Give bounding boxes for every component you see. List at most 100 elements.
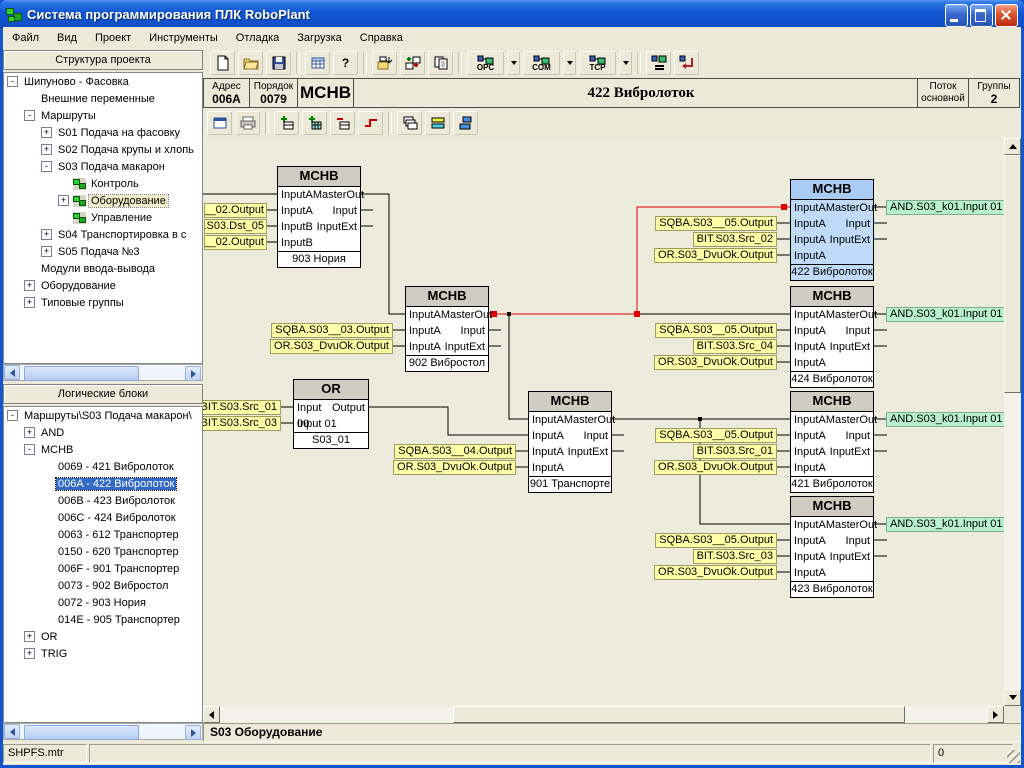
tree-item[interactable]: -Маршруты bbox=[4, 107, 202, 124]
scroll-thumb[interactable] bbox=[24, 725, 139, 740]
signal-label[interactable]: BIT.S03.Src_04 bbox=[693, 339, 777, 354]
signal-label[interactable]: BIT.S03.Src_01 bbox=[203, 400, 281, 415]
scroll-left-icon[interactable] bbox=[4, 724, 20, 739]
new-file-button[interactable] bbox=[209, 50, 236, 76]
signal-label[interactable]: BIT.S03.Src_02 bbox=[693, 232, 777, 247]
diagram-block-902[interactable]: MCHB InputAMasterOut InputAInput InputAI… bbox=[405, 286, 489, 372]
signal-label[interactable]: OR.S03_DvuOk.Output bbox=[654, 355, 777, 370]
diagram-block-901[interactable]: MCHB InputAMasterOut InputAInput InputAI… bbox=[528, 391, 612, 493]
signal-label[interactable]: 03__02.Output bbox=[204, 203, 267, 218]
resize-grip[interactable] bbox=[1007, 750, 1020, 763]
menu-file[interactable]: Файл bbox=[3, 29, 48, 48]
tree-item[interactable]: 0069 - 421 Вибролоток bbox=[4, 458, 202, 475]
expand-icon[interactable]: - bbox=[7, 410, 18, 421]
menu-download[interactable]: Загрузка bbox=[288, 29, 350, 48]
diagram-block-421[interactable]: MCHB InputAMasterOut InputAInput InputAI… bbox=[790, 391, 874, 493]
expand-icon[interactable]: + bbox=[24, 631, 35, 642]
signal-label[interactable]: BIT.S03.Src_03 bbox=[203, 416, 281, 431]
tree-item[interactable]: +S02 Подача крупы и хлопь bbox=[4, 141, 202, 158]
remove-block-button[interactable] bbox=[329, 110, 356, 136]
expand-icon[interactable]: - bbox=[24, 444, 35, 455]
scroll-left-icon[interactable] bbox=[203, 706, 220, 723]
signal-label[interactable]: OR.S03_DvuOk.Output bbox=[654, 248, 777, 263]
expand-icon[interactable]: + bbox=[41, 127, 52, 138]
canvas-hscrollbar[interactable] bbox=[203, 706, 1004, 723]
diagram-block-903[interactable]: MCHB InputAMasterOut InputAInput InputBI… bbox=[277, 166, 361, 268]
expand-icon[interactable]: - bbox=[7, 76, 18, 87]
signal-label[interactable]: OR.S03_DvuOk.Output bbox=[270, 339, 393, 354]
tcp-dropdown-button[interactable] bbox=[618, 50, 633, 76]
expand-icon[interactable]: + bbox=[24, 648, 35, 659]
tree-item[interactable]: 0072 - 903 Нория bbox=[4, 594, 202, 611]
help-button[interactable]: ? bbox=[332, 50, 359, 76]
output-link-label[interactable]: AND.S03_k01.Input 01 bbox=[886, 200, 1004, 215]
project-tree-hscrollbar[interactable] bbox=[3, 364, 203, 381]
signal-label[interactable]: SQBA.S03__05.Output bbox=[655, 323, 777, 338]
tree-item[interactable]: -Шипуново - Фасовка bbox=[4, 73, 202, 90]
tree-item[interactable]: -MCHB bbox=[4, 441, 202, 458]
menu-help[interactable]: Справка bbox=[351, 29, 412, 48]
tree-item[interactable]: -S03 Подача макарон bbox=[4, 158, 202, 175]
expand-icon[interactable]: + bbox=[41, 246, 52, 257]
signal-label[interactable]: 03__02.Output bbox=[204, 235, 267, 250]
add-block-button[interactable] bbox=[273, 110, 300, 136]
com-dropdown-button[interactable] bbox=[562, 50, 577, 76]
tree-item[interactable]: +AND bbox=[4, 424, 202, 441]
diagram-block-423[interactable]: MCHB InputAMasterOut InputAInput InputAI… bbox=[790, 496, 874, 598]
tree-item[interactable]: Контроль bbox=[4, 175, 202, 192]
signal-label[interactable]: SQBA.S03__05.Output bbox=[655, 216, 777, 231]
copy-button[interactable] bbox=[427, 50, 454, 76]
tree-item[interactable]: 006F - 901 Транспортер bbox=[4, 560, 202, 577]
tree-item[interactable]: +Типовые группы bbox=[4, 294, 202, 311]
arrange-blocks-button[interactable] bbox=[452, 110, 479, 136]
scroll-right-icon[interactable] bbox=[185, 725, 201, 740]
tree-item[interactable]: +OR bbox=[4, 628, 202, 645]
diagram-canvas[interactable]: MCHB InputAMasterOut InputAInput InputBI… bbox=[203, 138, 1004, 706]
expand-icon[interactable]: + bbox=[41, 229, 52, 240]
signal-label[interactable]: SQBA.S03__05.Output bbox=[655, 533, 777, 548]
signal-label[interactable]: OR.S03_DvuOk.Output bbox=[654, 460, 777, 475]
close-button[interactable] bbox=[995, 4, 1018, 27]
signal-label[interactable]: SQBA.S03__05.Output bbox=[655, 428, 777, 443]
com-connect-button[interactable]: COM bbox=[522, 50, 561, 76]
expand-icon[interactable]: + bbox=[24, 280, 35, 291]
scroll-thumb[interactable] bbox=[1004, 155, 1021, 393]
signal-label[interactable]: SQBA.S03__03.Output bbox=[271, 323, 393, 338]
tree-item[interactable]: 006C - 424 Вибролоток bbox=[4, 509, 202, 526]
open-file-button[interactable] bbox=[237, 50, 264, 76]
opc-dropdown-button[interactable] bbox=[506, 50, 521, 76]
scroll-down-icon[interactable] bbox=[1004, 689, 1021, 706]
add-block-table-button[interactable] bbox=[301, 110, 328, 136]
tree-item[interactable]: 0063 - 612 Транспортер bbox=[4, 526, 202, 543]
scroll-left-icon[interactable] bbox=[4, 365, 20, 380]
minimize-button[interactable] bbox=[945, 4, 968, 27]
scroll-thumb[interactable] bbox=[453, 706, 905, 723]
scroll-up-icon[interactable] bbox=[1004, 138, 1021, 155]
tree-item[interactable]: +S01 Подача на фасовку bbox=[4, 124, 202, 141]
reload-button[interactable] bbox=[673, 50, 700, 76]
expand-icon[interactable]: + bbox=[41, 144, 52, 155]
scroll-right-icon[interactable] bbox=[987, 706, 1004, 723]
block-edit-button[interactable] bbox=[399, 50, 426, 76]
tree-item[interactable]: 0150 - 620 Транспортер bbox=[4, 543, 202, 560]
tree-item[interactable]: 0073 - 902 Вибростол bbox=[4, 577, 202, 594]
tree-item[interactable]: 014E - 905 Транспортер bbox=[4, 611, 202, 628]
signal-label[interactable]: BIT.S03.Src_03 bbox=[693, 549, 777, 564]
menu-view[interactable]: Вид bbox=[48, 29, 86, 48]
signal-label[interactable]: OR.S03_DvuOk.Output bbox=[393, 460, 516, 475]
tree-item[interactable]: +Оборудование bbox=[4, 192, 202, 209]
output-link-label[interactable]: AND.S03_k01.Input 01 bbox=[886, 517, 1004, 532]
tree-item[interactable]: Модули ввода-вывода bbox=[4, 260, 202, 277]
maximize-button[interactable] bbox=[970, 4, 993, 27]
tcp-connect-button[interactable]: TCP bbox=[578, 50, 617, 76]
expand-icon[interactable]: + bbox=[24, 297, 35, 308]
diagram-block-422-selected[interactable]: MCHB InputAMasterOut InputAInput InputAI… bbox=[790, 179, 874, 281]
diagram-block-or[interactable]: OR Input 00Output Input 01 S03_01 bbox=[293, 379, 369, 449]
signal-label[interactable]: SQBA.S03__04.Output bbox=[394, 444, 516, 459]
import-block-button[interactable] bbox=[371, 50, 398, 76]
scroll-thumb[interactable] bbox=[24, 366, 139, 381]
tree-item-selected[interactable]: 006A - 422 Вибролоток bbox=[4, 475, 202, 492]
signal-label[interactable]: BIT.S03.Src_01 bbox=[693, 444, 777, 459]
expand-icon[interactable]: - bbox=[41, 161, 52, 172]
tree-item[interactable]: Внешние переменные bbox=[4, 90, 202, 107]
